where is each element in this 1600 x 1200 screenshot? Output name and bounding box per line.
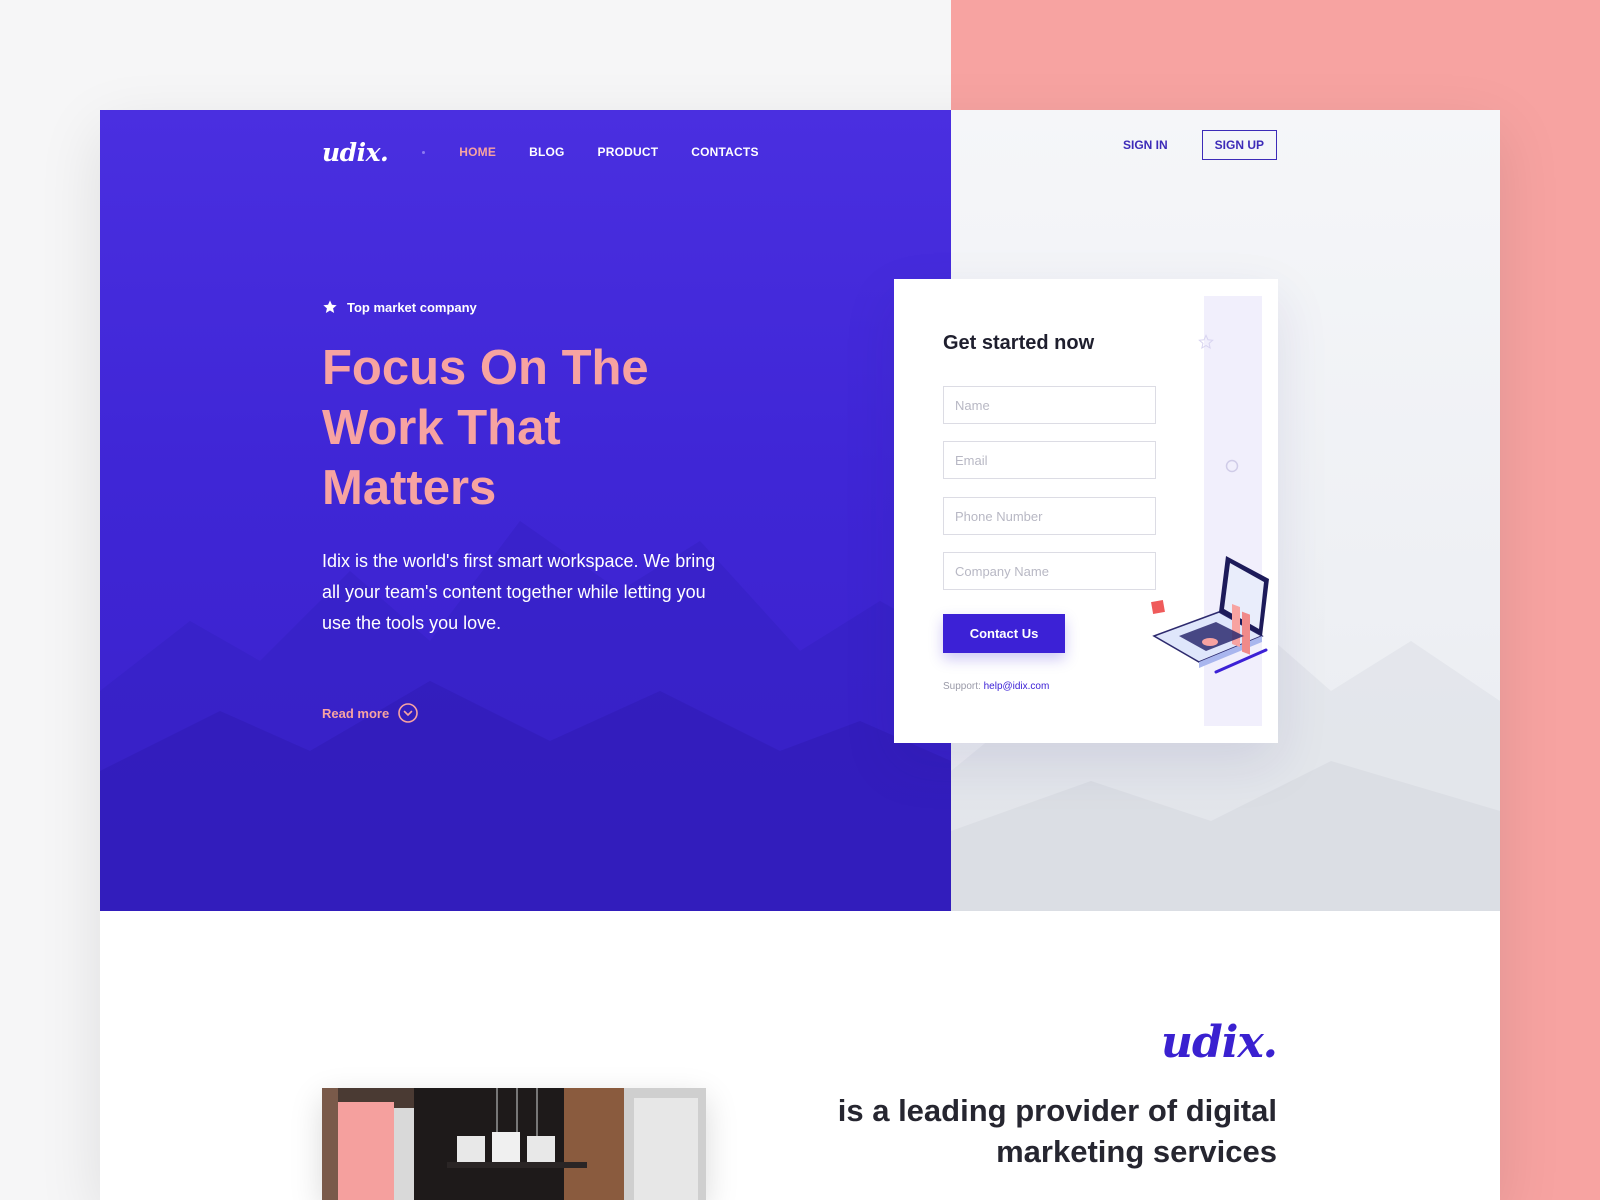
support-email-link[interactable]: help@idix.com bbox=[984, 681, 1050, 692]
contact-us-button[interactable]: Contact Us bbox=[943, 614, 1065, 653]
brand-logo-large: udix. bbox=[1160, 1017, 1278, 1068]
about-tagline: is a leading provider of digital marketi… bbox=[837, 1093, 1277, 1169]
office-photo-image bbox=[322, 1088, 706, 1200]
top-company-badge: Top market company bbox=[322, 299, 477, 315]
read-more-label: Read more bbox=[322, 705, 390, 721]
phone-input[interactable] bbox=[943, 497, 1156, 535]
page-frame: udix. HOME BLOG PRODUCT CONTACTS Top mar… bbox=[100, 110, 1500, 1200]
laptop-illustration bbox=[1151, 556, 1269, 674]
sign-up-button[interactable]: SIGN UP bbox=[1201, 130, 1277, 160]
hero-description: Idix is the world's first smart workspac… bbox=[322, 551, 716, 633]
form-title: Get started now bbox=[943, 332, 1095, 354]
chevron-down-circle-icon bbox=[398, 703, 419, 723]
nav-product[interactable]: PRODUCT bbox=[598, 145, 659, 159]
auth-controls: SIGN IN SIGN UP bbox=[1123, 130, 1277, 160]
company-input[interactable] bbox=[943, 552, 1156, 590]
support-line: Support: help@idix.com bbox=[943, 681, 1049, 692]
office-photo bbox=[322, 1088, 706, 1200]
email-input[interactable] bbox=[943, 441, 1156, 479]
name-input[interactable] bbox=[943, 386, 1156, 424]
nav-separator bbox=[422, 150, 426, 154]
nav-contacts[interactable]: CONTACTS bbox=[691, 145, 758, 159]
nav-home[interactable]: HOME bbox=[459, 145, 496, 159]
star-icon bbox=[323, 300, 337, 313]
read-more-link[interactable]: Read more bbox=[322, 703, 419, 723]
circle-outline-icon bbox=[1225, 459, 1239, 473]
badge-label: Top market company bbox=[347, 299, 477, 315]
signup-form-card: Get started now Contact Us Support: help… bbox=[894, 279, 1278, 743]
hero-left-panel: udix. HOME BLOG PRODUCT CONTACTS Top mar… bbox=[100, 110, 951, 911]
logo[interactable]: udix. bbox=[322, 138, 389, 167]
main-nav: udix. HOME BLOG PRODUCT CONTACTS bbox=[322, 134, 792, 170]
star-outline-icon bbox=[1198, 334, 1214, 350]
nav-blog[interactable]: BLOG bbox=[529, 145, 564, 159]
sign-in-link[interactable]: SIGN IN bbox=[1123, 138, 1168, 152]
support-label: Support: bbox=[943, 681, 981, 692]
hero-headline: Focus On The Work That Matters bbox=[322, 341, 649, 515]
